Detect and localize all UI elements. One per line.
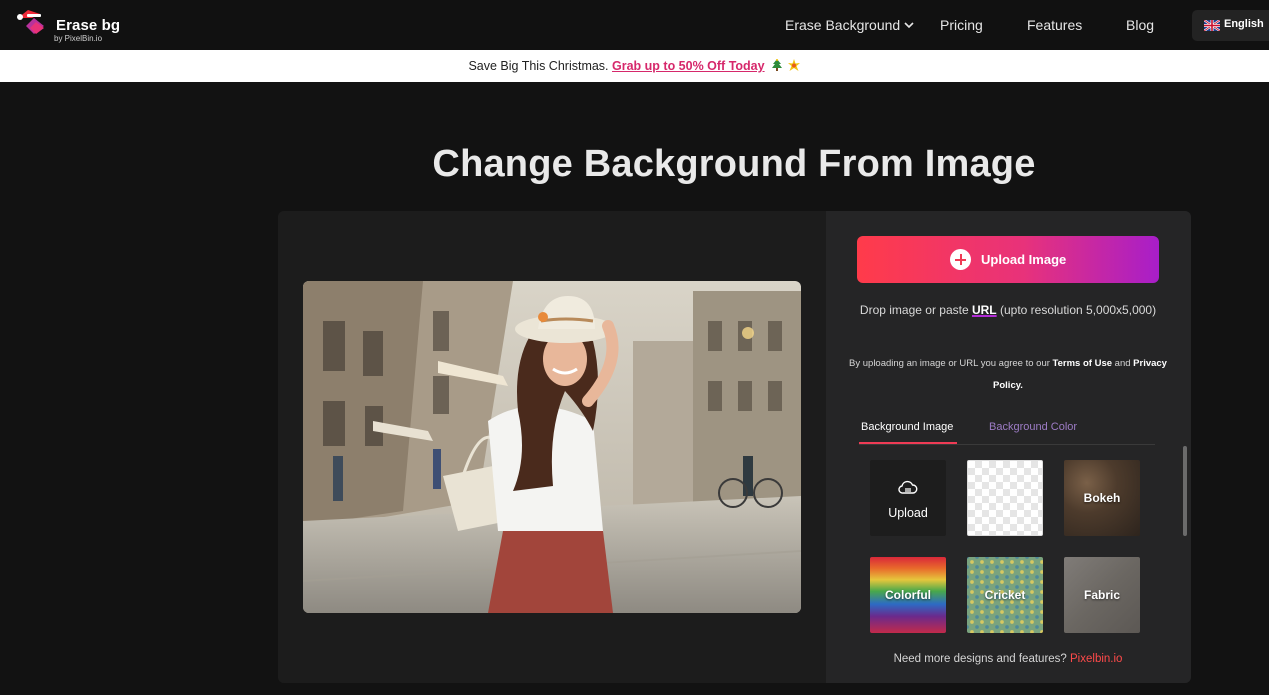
terms-and: and [1112,358,1134,369]
background-fabric-tile[interactable]: Fabric [1064,557,1140,633]
bokeh-tile-label: Bokeh [1083,491,1121,505]
nav-features[interactable]: Features [1027,17,1082,33]
more-designs-text: Need more designs and features? Pixelbin… [846,653,1170,665]
drop-prefix: Drop image or paste [859,303,972,317]
editor-card: Upload Image Drop image or paste URL (up… [278,211,1191,683]
cloud-upload-icon [898,480,918,494]
background-cricket-tile[interactable]: Cricket [967,557,1043,633]
drop-instructions: Drop image or paste URL (upto resolution… [846,299,1170,321]
logo-subtitle: by PixelBin.io [54,34,103,43]
footer-prefix: Need more designs and features? [893,653,1071,665]
language-label: English [1224,18,1264,30]
colorful-tile-label: Colorful [885,588,931,602]
promo-link[interactable]: Grab up to 50% Off Today [612,59,765,73]
tab-background-color[interactable]: Background Color [989,421,1077,433]
terms-of-use-link[interactable]: Terms of Use [1053,358,1112,369]
preview-pane [278,211,826,683]
logo-mark-icon [17,10,44,34]
fabric-tile-label: Fabric [1083,588,1120,602]
page-title: Change Background From Image [432,143,1036,185]
background-bokeh-tile[interactable]: Bokeh [1064,460,1140,536]
christmas-tree-icon [772,59,783,71]
drop-suffix: (upto resolution 5,000x5,000) [996,303,1157,317]
terms-notice: By uploading an image or URL you agree t… [846,353,1170,397]
active-tab-indicator [859,442,957,444]
plus-icon [950,249,971,270]
promo-text: Save Big This Christmas. Grab up to 50% … [0,59,1269,73]
terms-prefix: By uploading an image or URL you agree t… [849,358,1053,369]
nav-blog[interactable]: Blog [1126,17,1154,33]
logo[interactable]: Erase bg by PixelBin.io [14,4,124,46]
upload-image-button[interactable]: Upload Image [857,236,1159,283]
language-selector[interactable]: English [1192,10,1269,41]
nav-erase-background[interactable]: Erase Background [785,17,900,33]
background-upload-tile[interactable]: Upload [870,460,946,536]
logo-title: Erase bg [56,17,121,34]
cricket-tile-label: Cricket [984,588,1026,602]
promo-banner: Save Big This Christmas. Grab up to 50% … [0,50,1269,82]
tiles-scrollbar[interactable] [1183,446,1187,536]
upload-tile-label: Upload [888,506,928,520]
promo-message: Save Big This Christmas. [468,59,613,73]
pixelbin-link[interactable]: Pixelbin.io [1070,653,1122,665]
sample-photo [303,281,801,613]
controls-pane: Upload Image Drop image or paste URL (up… [826,211,1191,683]
nav-pricing[interactable]: Pricing [940,17,983,33]
top-navbar: Erase bg by PixelBin.io Erase Background… [0,0,1269,50]
background-transparent-tile[interactable] [967,460,1043,536]
background-colorful-tile[interactable]: Colorful [870,557,946,633]
tab-divider [859,444,1155,445]
chevron-down-icon[interactable] [903,19,915,31]
upload-button-label: Upload Image [981,252,1067,267]
uk-flag-icon [1204,20,1220,31]
sparkle-icon [787,59,800,71]
tab-background-image[interactable]: Background Image [861,421,953,433]
paste-url-link[interactable]: URL [972,303,997,317]
